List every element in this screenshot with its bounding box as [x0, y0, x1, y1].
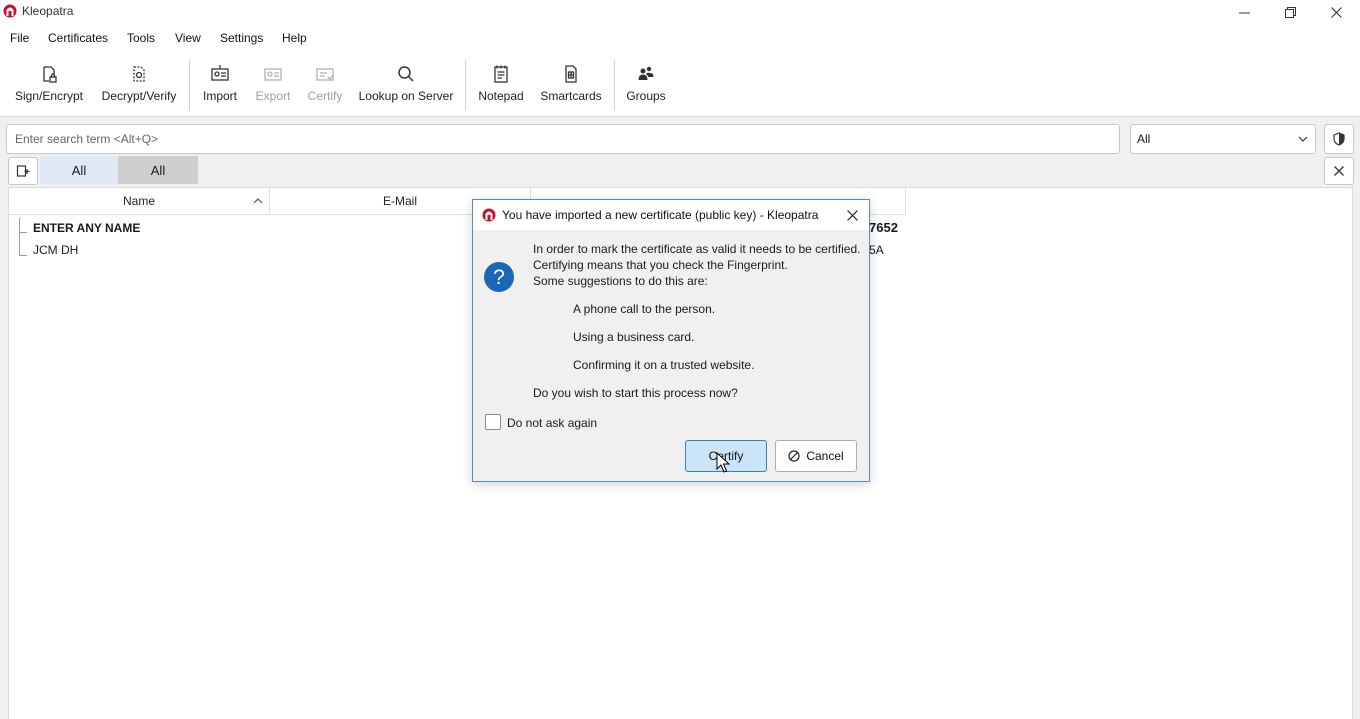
groups-icon	[638, 66, 654, 80]
toolbar: Sign/Encrypt Decrypt/Verify Import Expor…	[0, 52, 1360, 117]
cancel-icon	[788, 450, 800, 462]
close-window-button[interactable]	[1313, 0, 1359, 24]
import-certificate-dialog: You have imported a new certificate (pub…	[472, 199, 870, 482]
menu-certificates[interactable]: Certificates	[48, 31, 108, 45]
shield-icon	[1333, 132, 1345, 146]
dialog-message-line: Certifying means that you check the Fing…	[533, 258, 788, 272]
notepad-button[interactable]: Notepad	[474, 52, 528, 114]
import-icon	[211, 65, 229, 81]
kleopatra-logo-icon	[3, 4, 17, 18]
dialog-message-line: Some suggestions to do this are:	[533, 274, 708, 288]
lookup-on-server-button[interactable]: Lookup on Server	[356, 52, 456, 114]
mouse-cursor-icon	[716, 452, 730, 473]
row-key-id: 5A	[869, 243, 884, 257]
restore-icon	[1284, 6, 1296, 18]
smartcard-icon	[565, 65, 577, 83]
toolbar-separator	[614, 60, 615, 110]
certify-toolbar-button[interactable]: Certify	[302, 52, 348, 114]
import-label: Import	[202, 89, 237, 103]
sign-encrypt-button[interactable]: Sign/Encrypt	[10, 52, 88, 114]
groups-button[interactable]: Groups	[622, 52, 670, 114]
window-title: Kleopatra	[22, 4, 74, 18]
minimize-button[interactable]	[1221, 0, 1267, 24]
menu-bar: File Certificates Tools View Settings He…	[0, 24, 1360, 52]
menu-settings[interactable]: Settings	[220, 31, 263, 45]
menu-view[interactable]: View	[175, 31, 201, 45]
search-icon	[398, 66, 414, 82]
decrypt-verify-icon	[133, 66, 145, 82]
toolbar-separator	[465, 60, 466, 110]
menu-file[interactable]: File	[10, 31, 29, 45]
column-header-name[interactable]: Name	[9, 188, 270, 215]
decrypt-verify-button[interactable]: Decrypt/Verify	[98, 52, 180, 114]
export-icon	[264, 68, 282, 81]
tab-all-2[interactable]: All	[118, 156, 198, 184]
filter-value: All	[1137, 132, 1151, 146]
new-tab-icon	[16, 165, 30, 177]
lookup-label: Lookup on Server	[358, 89, 454, 103]
cancel-button-label: Cancel	[806, 449, 844, 463]
groups-label: Groups	[626, 89, 666, 103]
close-icon	[1334, 166, 1344, 176]
sign-encrypt-icon	[43, 66, 57, 83]
chevron-down-icon	[1298, 136, 1308, 142]
tab-label: All	[71, 162, 87, 178]
toolbar-separator	[189, 60, 190, 110]
dialog-suggestion: Confirming it on a trusted website.	[573, 358, 755, 372]
row-name: JCM DH	[33, 243, 79, 257]
do-not-ask-checkbox[interactable]	[485, 414, 501, 430]
minimize-icon	[1238, 12, 1250, 13]
dialog-suggestion: Using a business card.	[573, 330, 695, 344]
sort-ascending-icon	[253, 198, 263, 204]
dialog-title: You have imported a new certificate (pub…	[502, 208, 819, 222]
cancel-button[interactable]: Cancel	[775, 440, 857, 472]
dialog-title-bar: You have imported a new certificate (pub…	[473, 200, 869, 230]
certify-toolbar-label: Certify	[307, 89, 343, 103]
title-bar: Kleopatra	[0, 0, 1360, 24]
dialog-question: Do you wish to start this process now?	[533, 386, 738, 400]
tab-all-1[interactable]: All	[40, 156, 118, 184]
notepad-label: Notepad	[478, 89, 524, 103]
search-input[interactable]	[6, 124, 1120, 154]
kleopatra-logo-icon	[482, 208, 496, 222]
export-label: Export	[255, 89, 291, 103]
column-header-name-label: Name	[122, 194, 155, 208]
sign-encrypt-label: Sign/Encrypt	[14, 89, 84, 103]
dialog-close-button[interactable]	[841, 205, 863, 225]
question-icon: ?	[484, 262, 514, 292]
dialog-suggestion: A phone call to the person.	[573, 302, 716, 316]
dialog-message-line: In order to mark the certificate as vali…	[533, 242, 861, 256]
filter-select[interactable]: All	[1130, 124, 1316, 154]
close-icon	[846, 209, 858, 221]
column-header-email-label: E-Mail	[382, 194, 417, 208]
menu-help[interactable]: Help	[282, 31, 307, 45]
certify-icon	[316, 68, 334, 81]
tab-label: All	[150, 162, 166, 178]
restore-button[interactable]	[1267, 0, 1313, 24]
new-tab-button[interactable]	[8, 157, 38, 185]
close-icon	[1330, 6, 1342, 18]
row-key-id: 7652	[869, 220, 898, 235]
notepad-icon	[494, 65, 508, 83]
certificate-status-button[interactable]	[1324, 124, 1354, 154]
menu-tools[interactable]: Tools	[127, 31, 155, 45]
svg-text:?: ?	[493, 266, 505, 289]
import-button[interactable]: Import	[196, 52, 244, 114]
row-name: ENTER ANY NAME	[33, 221, 141, 235]
do-not-ask-label[interactable]: Do not ask again	[507, 416, 597, 430]
smartcards-label: Smartcards	[540, 89, 602, 103]
export-button[interactable]: Export	[250, 52, 296, 114]
decrypt-verify-label: Decrypt/Verify	[101, 89, 177, 103]
smartcards-button[interactable]: Smartcards	[538, 52, 604, 114]
close-tab-button[interactable]	[1324, 157, 1354, 185]
